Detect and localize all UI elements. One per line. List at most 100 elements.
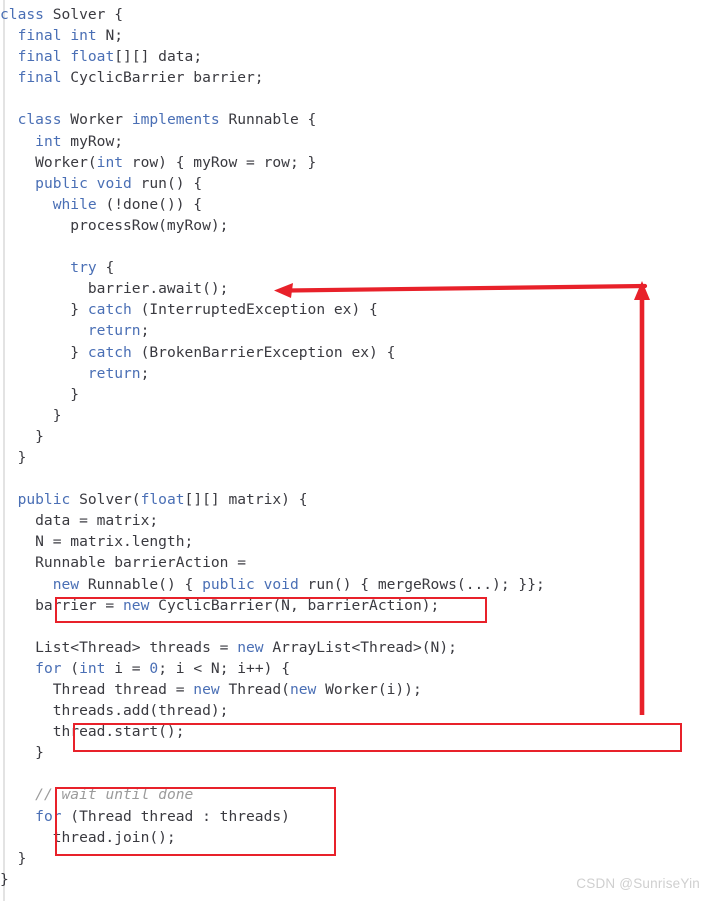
code-token: barrier = [0,596,124,614]
code-token: final [17,69,62,87]
code-token: new [237,638,264,656]
code-line: } [0,848,712,869]
code-token: thread.join(); [0,828,176,846]
code-token: while [52,195,97,213]
code-token: // wait until done [35,786,194,804]
code-token: return [87,322,141,340]
code-token: run() { mergeRows(...); }}; [298,575,545,593]
code-line: Worker(int row) { myRow = row; } [0,152,712,173]
code-token: myRow; [61,132,124,150]
code-line: data = matrix; [0,510,712,531]
code-token: (InterruptedException ex) { [131,301,378,319]
code-line: List<Thread> threads = new ArrayList<Thr… [0,637,712,658]
code-token: ; i < N; i++) { [158,659,290,677]
code-token: CyclicBarrier barrier; [61,69,264,87]
code-line: class Worker implements Runnable { [0,109,712,130]
code-token: CyclicBarrier(N, barrierAction); [149,596,440,614]
code-token: Thread( [219,681,290,698]
code-token: int [70,27,97,45]
code-token: int [35,132,62,150]
code-line: return; [0,320,712,341]
code-token: catch [87,301,132,319]
code-line: class Solver { [0,4,712,25]
code-token: class [0,6,44,23]
code-token: final [17,48,62,66]
code-line: } [0,426,712,447]
code-line: return; [0,363,712,384]
code-listing: class Solver { final int N; final float[… [0,0,712,890]
code-line: threads.add(thread); [0,700,712,721]
code-token: } [0,448,27,466]
code-token: (BrokenBarrierException ex) { [131,343,396,361]
code-token: N; [96,27,124,45]
code-token: ArrayList<Thread>(N); [263,638,457,656]
code-token: class [17,111,62,129]
code-line: thread.join(); [0,827,712,848]
code-token: barrier.await(); [0,280,229,298]
code-token: Worker [61,111,132,129]
code-token: Runnable() { [79,575,203,593]
code-token: (!done()) { [96,195,203,213]
code-line: // wait until done [0,784,712,805]
code-token: } [0,849,27,867]
code-token: N = matrix.length; [0,533,194,551]
code-token: { [96,259,115,277]
code-token: } [0,744,44,762]
code-line: final int N; [0,25,712,46]
code-line: } [0,405,712,426]
code-token: catch [87,343,132,361]
code-line: for (Thread thread : threads) [0,806,712,827]
code-line: } [0,742,712,763]
code-token: } [0,427,44,445]
code-token: } [0,870,9,888]
csdn-watermark: CSDN @SunriseYin [576,876,700,891]
code-token: data = matrix; [0,512,159,530]
code-token: Solver { [43,6,124,23]
code-token: public [35,174,88,192]
code-token: } [0,301,88,319]
code-token: implements [131,111,220,129]
code-token: ; [140,364,150,382]
code-token: new [193,681,220,698]
code-line: try { [0,257,712,278]
code-token: thread.start(); [0,723,185,741]
code-token: 0 [149,659,159,677]
code-token: row) { myRow = row; } [123,153,317,171]
code-line: thread.start(); [0,721,712,742]
code-token: void [263,575,299,593]
code-line: for (int i = 0; i < N; i++) { [0,658,712,679]
code-line: new Runnable() { public void run() { mer… [0,574,712,595]
code-token: Worker(i)); [316,681,422,698]
code-token: ( [61,659,80,677]
code-line: final float[][] data; [0,46,712,67]
code-token: new [123,596,150,614]
code-token: [][] data; [114,48,203,66]
code-line: barrier = new CyclicBarrier(N, barrierAc… [0,595,712,616]
code-line: public void run() { [0,173,712,194]
code-token: Runnable barrierAction = [0,554,247,572]
code-token: [][] matrix) { [184,491,308,509]
code-token: public [202,575,255,593]
code-token: for [35,659,62,677]
code-line: while (!done()) { [0,194,712,215]
